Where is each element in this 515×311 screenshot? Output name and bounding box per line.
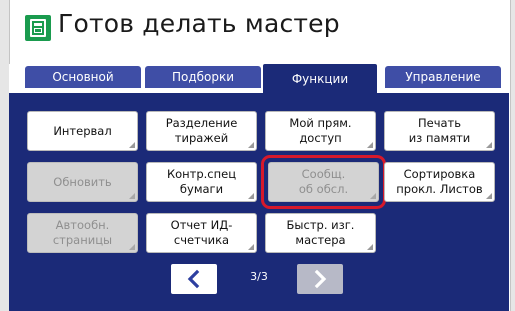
print-from-memory-button[interactable]: Печать из памяти <box>384 111 495 151</box>
master-making-icon <box>25 15 51 41</box>
interval-button[interactable]: Интервал <box>27 111 138 151</box>
chevron-right-icon <box>314 269 327 289</box>
prev-page-button[interactable] <box>171 264 217 294</box>
quick-master-button[interactable]: Быстр. изг. мастера <box>265 213 376 253</box>
refresh-button[interactable]: Обновить <box>27 162 138 202</box>
separator-sort-button[interactable]: Сортировка прокл. Листов <box>384 162 495 202</box>
tab-selections[interactable]: Подборки <box>145 66 261 88</box>
chevron-left-icon <box>187 269 200 289</box>
tab-functions[interactable]: Функции <box>262 63 378 94</box>
next-page-button[interactable] <box>297 264 343 294</box>
tab-basic[interactable]: Основной <box>25 66 141 88</box>
tab-management[interactable]: Управление <box>385 66 501 88</box>
my-direct-access-button[interactable]: Мой прям. доступ <box>265 111 376 151</box>
job-separation-button[interactable]: Разделение тиражей <box>146 111 257 151</box>
page-indicator: 3/3 <box>250 270 268 283</box>
special-paper-control-button[interactable]: Контр.спец бумаги <box>146 162 257 202</box>
id-counter-report-button[interactable]: Отчет ИД- счетчика <box>146 213 257 253</box>
auto-page-update-button[interactable]: Автообн. страницы <box>27 213 138 253</box>
page-title: Готов делать мастер <box>58 9 340 38</box>
service-message-button[interactable]: Сообщ. об обсл. <box>268 162 379 202</box>
